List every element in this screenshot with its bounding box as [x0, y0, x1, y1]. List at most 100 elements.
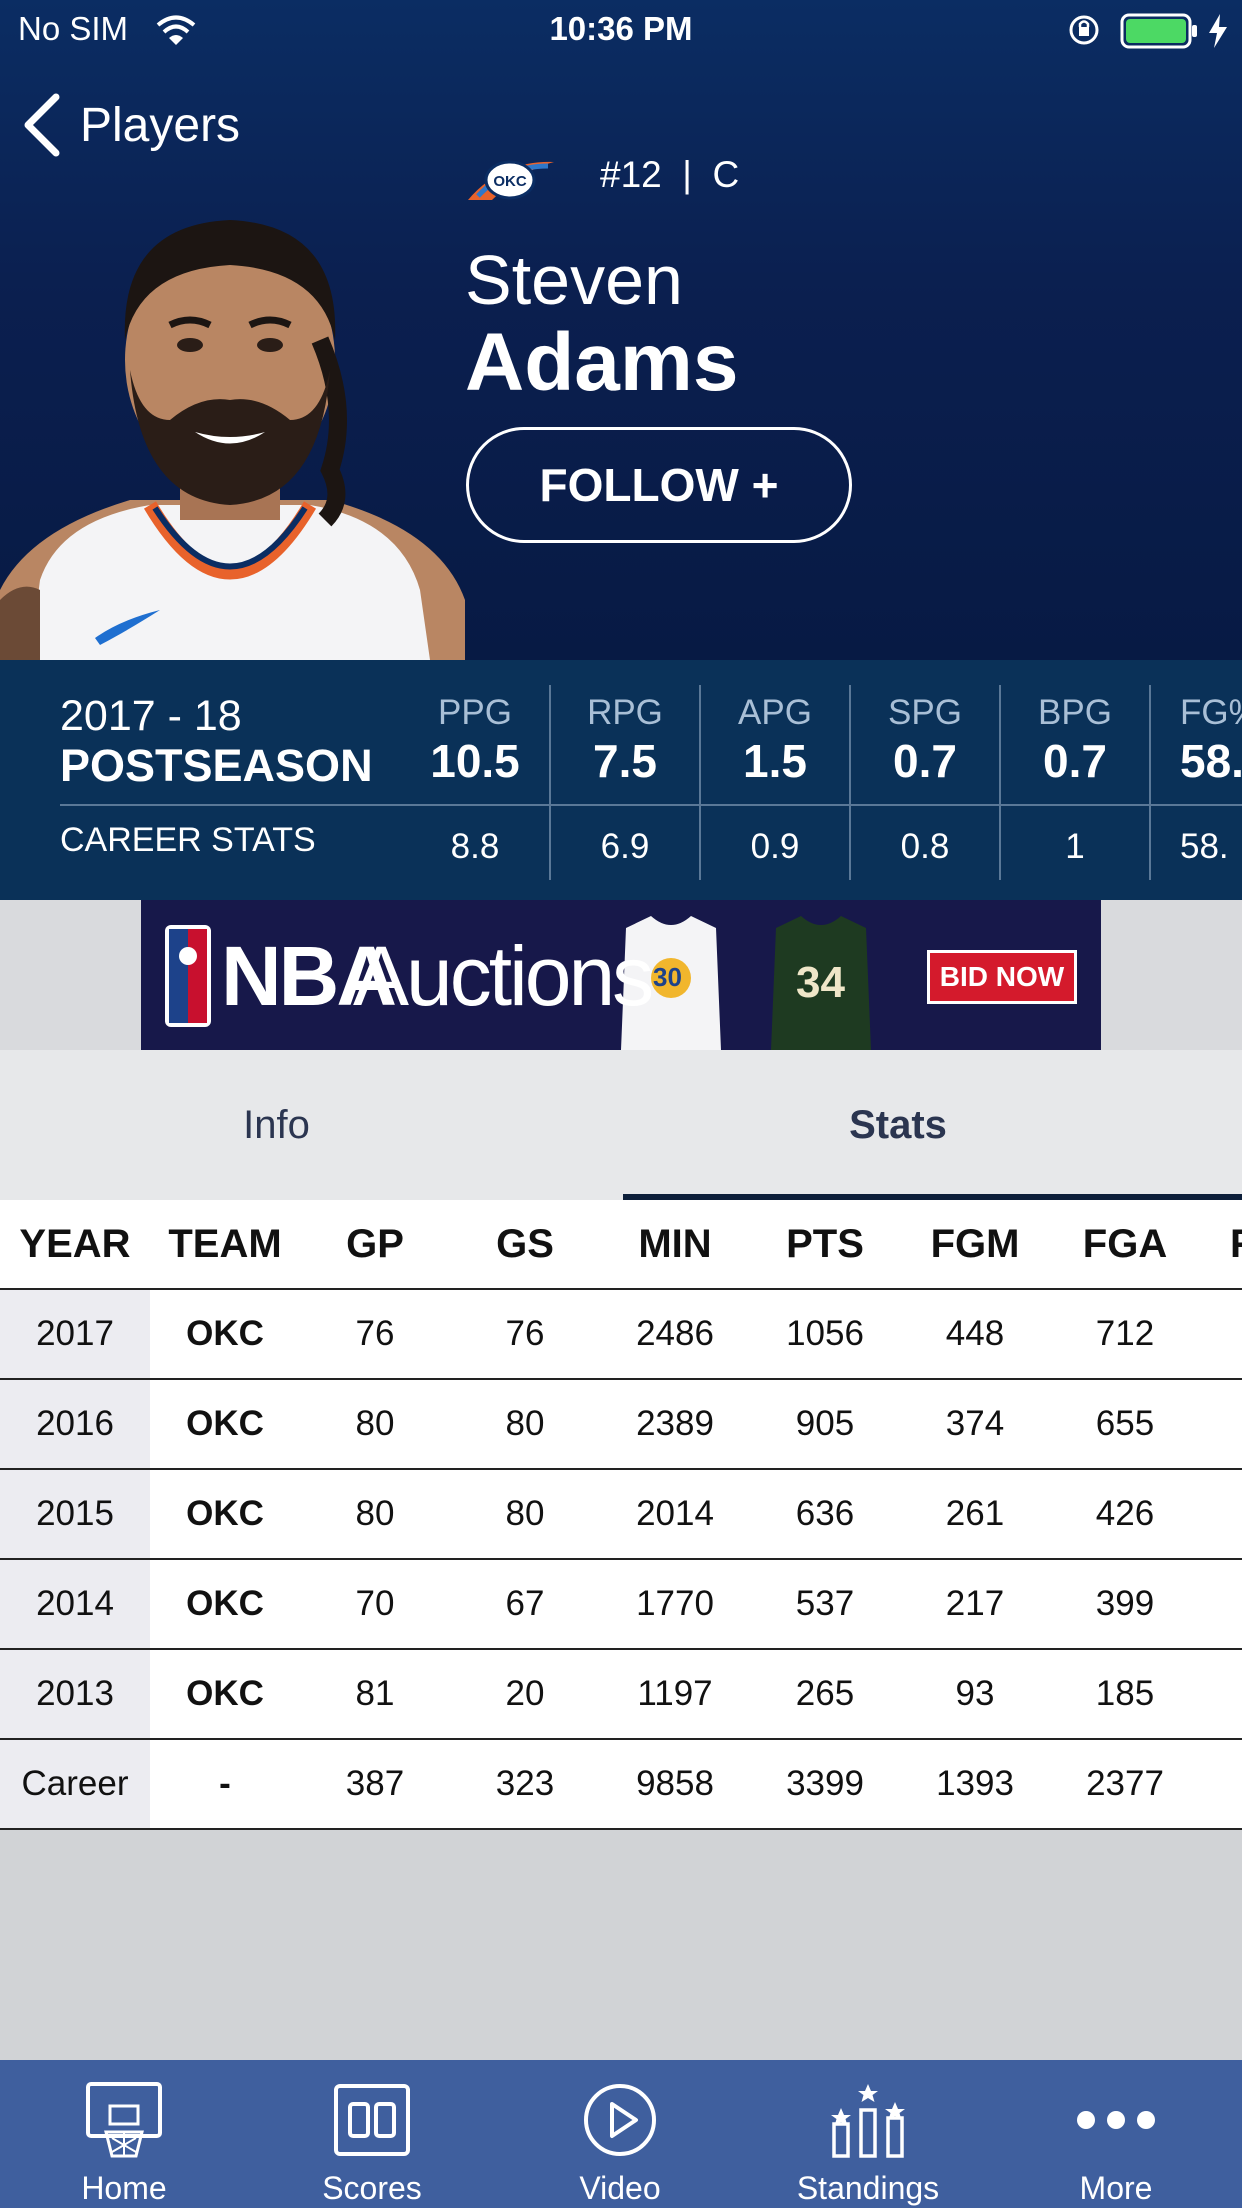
- team-cell: OKC: [186, 1314, 264, 1353]
- gp-cell: 80: [355, 1494, 395, 1533]
- fgm-cell: 93: [955, 1674, 995, 1713]
- bid-now-button[interactable]: BID NOW: [927, 950, 1077, 1004]
- season-stats-band: 2017 - 18 POSTSEASON CAREER STATS PPG 10…: [0, 660, 1242, 900]
- pts-cell: 1056: [786, 1314, 864, 1353]
- stat-apg: APG 1.5 0.9: [700, 685, 850, 880]
- tab-more[interactable]: More: [992, 2060, 1242, 2208]
- tab-home[interactable]: Home: [0, 2060, 248, 2208]
- fga-cell: 426: [1095, 1494, 1155, 1533]
- min-cell: 1770: [636, 1584, 714, 1623]
- basketball-hoop-icon: [86, 2082, 162, 2158]
- tab-scores[interactable]: Scores: [248, 2060, 496, 2208]
- career-value: 6.9: [600, 827, 650, 866]
- column-header: TEAM: [168, 1221, 282, 1266]
- stat-bpg: BPG 0.7 1: [1000, 685, 1150, 880]
- fgm-cell: 217: [945, 1584, 1005, 1623]
- player-photo: [0, 170, 465, 660]
- tab-standings[interactable]: Standings: [744, 2060, 992, 2208]
- career-value: 0.9: [750, 827, 800, 866]
- gs-cell: 20: [505, 1674, 545, 1713]
- gs-cell: 80: [505, 1494, 545, 1533]
- stats-table: YEAR TEAM GP GS MIN PTS FGM FGA F 2017 O…: [0, 1200, 1242, 1830]
- fga-cell: 185: [1095, 1674, 1155, 1713]
- stat-label: FG%: [1180, 693, 1242, 732]
- back-button[interactable]: Players: [20, 90, 240, 160]
- stat-label: BPG: [1038, 693, 1112, 732]
- gs-cell: 80: [505, 1404, 545, 1443]
- column-header: FGM: [930, 1221, 1020, 1266]
- table-row-career: Career - 387 323 9858 3399 1393 2377: [0, 1740, 1242, 1830]
- back-label: Players: [80, 98, 241, 152]
- tab-video[interactable]: Video: [496, 2060, 744, 2208]
- fgm-cell: 448: [945, 1314, 1005, 1353]
- table-row: 2013 OKC 81 20 1197 265 93 185: [0, 1650, 1242, 1740]
- stat-rpg: RPG 7.5 6.9: [550, 685, 700, 880]
- table-header-row: YEAR TEAM GP GS MIN PTS FGM FGA F: [0, 1200, 1242, 1290]
- team-cell: OKC: [186, 1404, 264, 1443]
- year-cell: 2015: [0, 1470, 150, 1558]
- segment-tabs: Info Stats: [0, 1050, 1242, 1200]
- player-first-name: Steven: [465, 241, 683, 319]
- career-value: 1: [1065, 827, 1085, 866]
- clock: 10:36 PM: [549, 10, 693, 47]
- gp-cell: 81: [355, 1674, 395, 1713]
- fga-cell: 399: [1095, 1584, 1155, 1623]
- team-logo-text: OKC: [493, 173, 527, 190]
- tab-label: Scores: [322, 2170, 422, 2206]
- team-cell: -: [219, 1764, 231, 1803]
- team-cell: OKC: [186, 1494, 264, 1533]
- nba-auctions-ad[interactable]: NBA Auctions 30 34 BID NOW: [141, 900, 1101, 1050]
- stat-value: 1.5: [743, 735, 807, 787]
- ad-title: Auctions: [353, 929, 654, 1023]
- gs-cell: 67: [505, 1584, 545, 1623]
- tab-info[interactable]: Info: [0, 1050, 553, 1200]
- stat-value: 0.7: [1043, 735, 1107, 787]
- team-logo: OKC: [462, 150, 558, 210]
- career-value: 0.8: [900, 827, 950, 866]
- column-header: YEAR: [19, 1221, 131, 1266]
- pts-cell: 3399: [786, 1764, 864, 1803]
- jersey-number: 34: [796, 958, 845, 1007]
- team-cell: OKC: [186, 1584, 264, 1623]
- year-cell: 2016: [0, 1380, 150, 1468]
- tab-stats[interactable]: Stats: [623, 1050, 1173, 1200]
- gs-cell: 323: [495, 1764, 555, 1803]
- ad-banner-area: NBA Auctions 30 34 BID NOW: [0, 900, 1242, 1050]
- pts-cell: 905: [795, 1404, 855, 1443]
- year-cell: 2017: [0, 1290, 150, 1378]
- column-header: PTS: [786, 1221, 864, 1266]
- stat-label: RPG: [587, 693, 663, 732]
- career-value: 8.8: [450, 827, 500, 866]
- follow-button[interactable]: FOLLOW +: [466, 427, 852, 543]
- tab-label: Home: [81, 2170, 167, 2206]
- charging-bolt-icon: [1209, 14, 1227, 48]
- year-cell: 2013: [0, 1650, 150, 1738]
- stat-value: 0.7: [893, 735, 957, 787]
- career-value: 58.: [1180, 827, 1229, 866]
- column-header: MIN: [638, 1221, 712, 1266]
- stat-fg-pct: FG% 58. 58.: [1150, 685, 1242, 880]
- fga-cell: 712: [1095, 1314, 1155, 1353]
- standings-icon: [831, 2084, 905, 2158]
- stat-value: 58.: [1180, 735, 1242, 787]
- pts-cell: 636: [795, 1494, 855, 1533]
- stat-label: PPG: [438, 693, 512, 732]
- gp-cell: 70: [355, 1584, 395, 1623]
- column-header: GP: [346, 1221, 404, 1266]
- fgm-cell: 261: [945, 1494, 1005, 1533]
- min-cell: 2389: [636, 1404, 714, 1443]
- stat-value: 7.5: [593, 735, 657, 787]
- table-row: 2014 OKC 70 67 1770 537 217 399: [0, 1560, 1242, 1650]
- fga-cell: 2377: [1086, 1764, 1164, 1803]
- column-header: GS: [496, 1221, 554, 1266]
- pts-cell: 537: [795, 1584, 855, 1623]
- pts-cell: 265: [795, 1674, 855, 1713]
- scoreboard-icon: [334, 2084, 410, 2156]
- chevron-left-icon: [24, 93, 60, 157]
- fgm-cell: 374: [945, 1404, 1005, 1443]
- tab-label: Video: [579, 2170, 661, 2206]
- career-stats-label: CAREER STATS: [60, 821, 316, 859]
- status-bar: No SIM 10:36 PM: [0, 0, 1242, 60]
- stat-spg: SPG 0.7 0.8: [850, 685, 1000, 880]
- year-cell: Career: [0, 1740, 150, 1828]
